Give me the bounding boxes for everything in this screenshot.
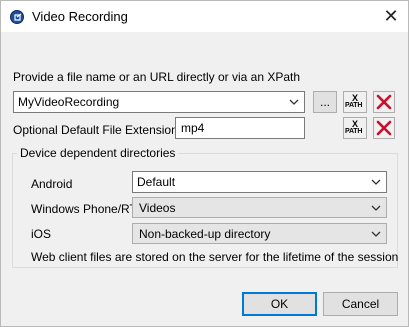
ok-button[interactable]: OK — [242, 292, 317, 316]
ok-label: OK — [270, 297, 289, 311]
web-client-note: Web client files are stored on the serve… — [31, 250, 399, 264]
windows-phone-label: Windows Phone/RT — [31, 202, 137, 216]
android-value: Default — [137, 175, 176, 189]
extension-label: Optional Default File Extension — [13, 123, 178, 137]
delete-extension-button[interactable] — [373, 117, 395, 139]
chevron-down-icon — [371, 205, 381, 211]
file-name-combobox[interactable]: MyVideoRecording — [13, 91, 305, 113]
ios-select[interactable]: Non-backed-up directory — [132, 223, 387, 244]
xpath-icon-path: PATH — [345, 128, 363, 135]
delete-icon — [376, 120, 392, 136]
app-icon — [10, 10, 24, 24]
browse-button[interactable]: ... — [313, 91, 337, 113]
ios-value: Non-backed-up directory — [139, 227, 271, 241]
cancel-button[interactable]: Cancel — [323, 292, 398, 316]
close-icon[interactable]: ✕ — [374, 1, 408, 32]
file-name-value: MyVideoRecording — [18, 95, 120, 109]
window-title: Video Recording — [32, 9, 128, 24]
chevron-down-icon[interactable] — [288, 95, 300, 109]
device-directories-label: Device dependent directories — [17, 146, 179, 160]
ios-label: iOS — [31, 227, 52, 241]
file-prompt-label: Provide a file name or an URL directly o… — [13, 70, 301, 84]
delete-file-button[interactable] — [373, 91, 395, 113]
chevron-down-icon[interactable] — [370, 175, 382, 189]
android-combobox[interactable]: Default — [132, 171, 387, 193]
android-label: Android — [31, 177, 73, 191]
xpath-button[interactable]: X PATH — [343, 91, 367, 113]
extension-input[interactable] — [175, 117, 305, 139]
chevron-down-icon — [371, 231, 381, 237]
delete-icon — [376, 94, 392, 110]
windows-phone-value: Videos — [139, 201, 176, 215]
browse-label: ... — [319, 95, 330, 109]
extension-xpath-button[interactable]: X PATH — [343, 117, 367, 139]
xpath-icon-path: PATH — [345, 102, 363, 109]
video-recording-dialog: Video Recording ✕ Provide a file name or… — [0, 0, 409, 327]
windows-phone-select[interactable]: Videos — [132, 197, 387, 218]
title-bar: Video Recording ✕ — [1, 1, 408, 32]
cancel-label: Cancel — [341, 297, 380, 311]
